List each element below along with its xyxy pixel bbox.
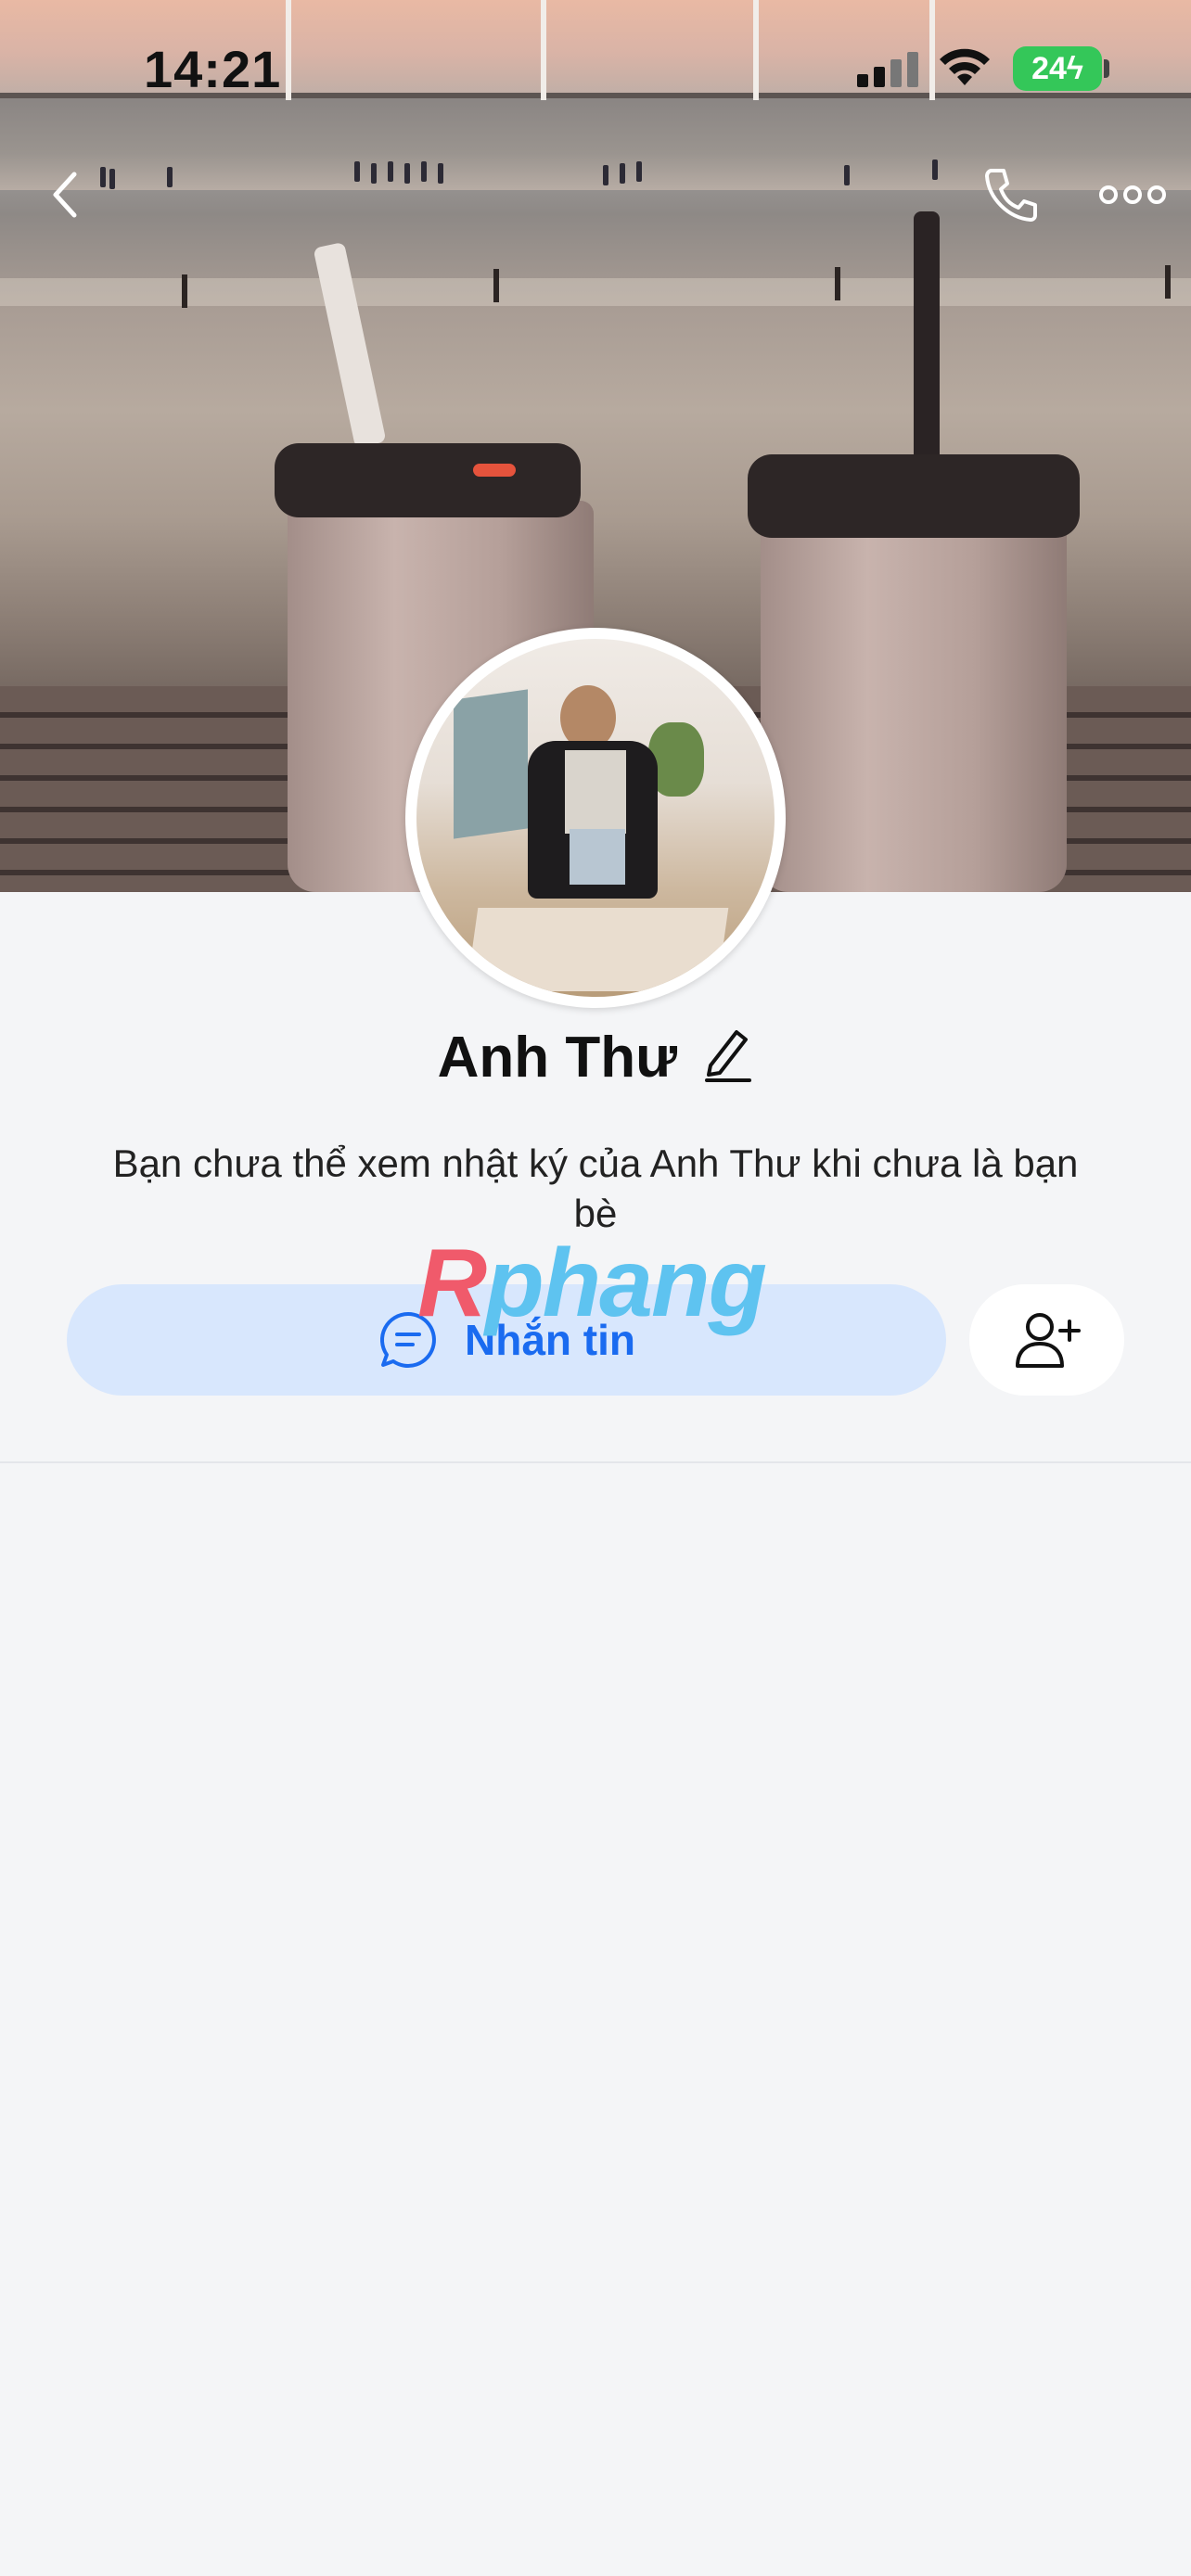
battery-cap: [1104, 59, 1109, 78]
cover-cup-lid: [275, 443, 581, 517]
call-button[interactable]: [974, 158, 1048, 232]
cover-person: [388, 161, 393, 182]
avatar-shorts: [570, 829, 625, 885]
avatar[interactable]: [405, 628, 786, 1008]
chevron-left-icon: [53, 172, 77, 218]
cover-person: [636, 161, 642, 182]
back-button[interactable]: [28, 158, 102, 232]
cover-person: [354, 161, 360, 182]
cover-person: [932, 159, 938, 180]
battery-level: 24: [1031, 51, 1067, 86]
cellular-signal-icon: [857, 52, 922, 87]
cover-person: [109, 169, 115, 189]
pencil-icon[interactable]: [701, 1025, 753, 1082]
phone-icon: [985, 169, 1037, 222]
cover-straw: [313, 241, 387, 449]
cover-post: [1165, 265, 1171, 299]
cover-person: [167, 167, 173, 187]
cover-post: [182, 274, 187, 308]
watermark-rest: phang: [485, 1230, 767, 1337]
charging-bolt-icon: ϟ: [1066, 51, 1083, 86]
section-divider: [0, 1461, 1191, 1463]
cover-person: [404, 163, 410, 184]
status-time: 14:21: [144, 40, 282, 98]
cover-wet-sand: [0, 278, 1191, 306]
more-options-button[interactable]: [1093, 158, 1172, 232]
cover-lid-light: [473, 464, 516, 477]
avatar-window: [454, 689, 528, 839]
cover-person: [844, 165, 850, 185]
cover-cup-lid: [748, 454, 1080, 538]
more-dots-icon: [1099, 185, 1166, 204]
profile-name: Anh Thư: [437, 1026, 677, 1090]
wifi-icon: [940, 48, 990, 85]
cover-person: [603, 165, 608, 185]
battery-indicator: 24ϟ: [1013, 46, 1102, 91]
privacy-notice: Bạn chưa thể xem nhật ký của Anh Thư khi…: [112, 1141, 1079, 1235]
cover-person: [620, 163, 625, 184]
cover-person: [438, 163, 443, 184]
add-friend-button[interactable]: [969, 1284, 1124, 1396]
cover-person: [371, 163, 377, 184]
cover-straw: [914, 211, 940, 462]
cover-person: [421, 161, 427, 182]
cover-cup: [761, 519, 1067, 892]
add-friend-icon: [1015, 1313, 1081, 1368]
cover-post: [493, 269, 499, 302]
avatar-photo: [416, 639, 775, 997]
watermark-logo: Rphang: [417, 1229, 767, 1339]
cover-post: [835, 267, 840, 300]
avatar-shirt: [565, 750, 626, 834]
status-bar: 14:21 24ϟ: [0, 0, 1191, 139]
profile-name-row: Anh Thư: [0, 1025, 1191, 1090]
watermark-first: R: [417, 1230, 487, 1337]
avatar-table: [466, 908, 729, 991]
